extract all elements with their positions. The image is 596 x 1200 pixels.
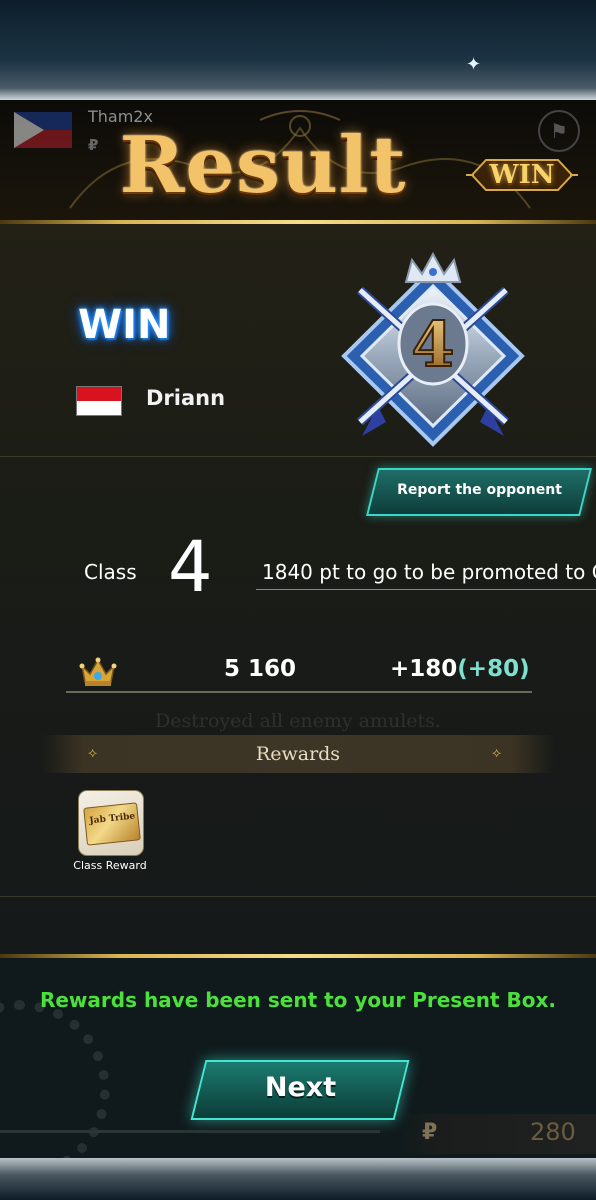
currency-icon: ₽ — [422, 1120, 438, 1145]
indonesia-flag-icon — [76, 386, 122, 416]
result-header: Tham2x ₽ ⚑ Result WIN — [0, 100, 596, 222]
points-bonus-value: (+80) — [457, 656, 530, 682]
class-label: Class — [84, 560, 137, 584]
class-rank-emblem-icon: 4 — [341, 251, 525, 447]
rewards-sent-message: Rewards have been sent to your Present B… — [39, 988, 557, 1012]
class-reward-item[interactable]: Jab Tribe — [78, 790, 144, 856]
points-underline — [66, 691, 532, 693]
section-divider — [0, 456, 596, 457]
background-status-text: Destroyed all enemy amulets. — [155, 710, 441, 732]
ticket-icon: Jab Tribe — [83, 802, 141, 846]
player-name: Driann — [146, 386, 226, 410]
decorative-circle — [0, 1000, 110, 1158]
win-badge: WIN — [466, 152, 578, 198]
ornament-right-icon: ⟡ — [492, 745, 502, 761]
top-background: ✦ — [0, 0, 596, 100]
sparkle-icon: ✦ — [466, 54, 482, 75]
rewards-divider — [0, 896, 596, 897]
rewards-header: ⟡ Rewards ⟡ — [42, 735, 554, 773]
report-opponent-button[interactable]: Report the opponent — [366, 468, 592, 516]
panel-bottom-border — [0, 954, 596, 958]
currency-display: ₽ 280 — [400, 1114, 596, 1154]
points-gain-value: +180 — [390, 656, 458, 682]
crown-icon — [79, 657, 117, 686]
class-points-total: 5 160 — [224, 656, 297, 682]
currency-value: 280 — [530, 1118, 576, 1146]
reward-caption: Class Reward — [73, 859, 147, 872]
bottom-background — [0, 1158, 596, 1200]
class-number: 4 — [168, 526, 213, 608]
bottom-divider — [0, 1130, 380, 1133]
result-screen: WIN Tham2x ₽ ⚑ Result WIN WIN Driann — [0, 100, 596, 1158]
win-label: WIN — [78, 302, 171, 348]
class-points-gain: +180(+80) — [390, 656, 530, 682]
promotion-progress-text: 1840 pt to go to be promoted to Cla — [256, 560, 596, 590]
emblem-class-number: 4 — [411, 308, 454, 381]
next-button[interactable]: Next — [190, 1060, 410, 1120]
